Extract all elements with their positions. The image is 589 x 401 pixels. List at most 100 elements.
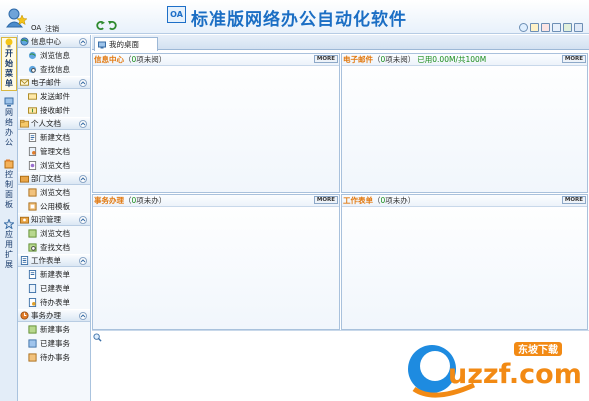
collapse-chevron-icon[interactable]	[79, 312, 87, 320]
network-icon	[4, 97, 14, 107]
template-icon	[28, 201, 37, 211]
receive-mail-icon	[28, 106, 37, 114]
control-panel-icon	[4, 159, 14, 169]
help-icon[interactable]	[574, 23, 583, 32]
sidebar-section-affairs[interactable]: 事务办理	[18, 309, 90, 322]
panel-work-forms: 工作表单 （0 项未办） MORE	[341, 194, 588, 330]
created-affairs-icon	[28, 338, 37, 348]
sidebar-item-manage-documents[interactable]: 管理文档	[18, 144, 90, 158]
knowledge-icon	[20, 216, 29, 224]
sidebar-section-personal-docs[interactable]: 个人文档	[18, 117, 90, 130]
panel-email: 电子邮件 （0 项未阅） 已用0.00M/共100M MORE	[341, 53, 588, 193]
new-affair-icon	[28, 324, 37, 334]
vtab-control-panel[interactable]: 控制面板	[1, 159, 17, 213]
vtab-app-extensions[interactable]: 应用扩展	[1, 219, 17, 273]
sidebar-section-knowledge-mgmt[interactable]: 知识管理	[18, 213, 90, 226]
manage-documents-icon	[28, 146, 37, 156]
pending-forms-icon	[28, 297, 37, 307]
vtab-start-menu[interactable]: 开始菜单	[1, 37, 17, 91]
sidebar-menu: 信息中心 浏览信息 查找信息 电子邮件 发送邮件 接收邮件 个人文档 新建文档 …	[18, 35, 91, 401]
search-icon[interactable]	[93, 333, 102, 342]
sidebar-item-dept-browse-documents[interactable]: 浏览文档	[18, 185, 90, 199]
folder-icon	[20, 119, 29, 128]
sidebar-item-knowledge-browse[interactable]: 浏览文档	[18, 226, 90, 240]
sidebar-section-info-center[interactable]: 信息中心	[18, 35, 90, 48]
back-arrow-icon[interactable]	[96, 21, 105, 30]
more-button[interactable]: MORE	[313, 55, 338, 63]
panel-affairs: 事务办理 （0 项未办） MORE	[92, 194, 340, 330]
sidebar-item-created-affairs[interactable]: 已建事务	[18, 336, 90, 350]
sidebar-item-pending-forms[interactable]: 待办表单	[18, 295, 90, 309]
watermark-brand: uzzf.com	[448, 359, 582, 390]
more-button[interactable]: MORE	[561, 55, 586, 63]
pending-affairs-icon	[28, 352, 37, 362]
globe-icon	[20, 37, 29, 46]
sidebar-item-receive-mail[interactable]: 接收邮件	[18, 103, 90, 117]
bulb-icon	[5, 38, 13, 48]
main-tab-bar: 我的桌面	[92, 35, 589, 51]
send-mail-icon	[28, 92, 37, 100]
sidebar-item-new-affair[interactable]: 新建事务	[18, 322, 90, 336]
more-button[interactable]: MORE	[561, 196, 586, 204]
globe-search-icon	[28, 65, 37, 73]
app-title: 标准版网络办公自动化软件	[191, 10, 407, 30]
edit-icon[interactable]	[530, 23, 539, 32]
search-documents-icon	[28, 242, 37, 252]
collapse-chevron-icon[interactable]	[79, 79, 87, 87]
more-button[interactable]: MORE	[313, 196, 338, 204]
collapse-chevron-icon[interactable]	[79, 120, 87, 128]
message-icon[interactable]	[519, 23, 528, 32]
user-name: OA	[31, 24, 42, 32]
new-document-icon	[28, 132, 37, 142]
collapse-chevron-icon[interactable]	[79, 175, 87, 183]
watermark-tagline: 东坡下载	[518, 343, 558, 356]
new-form-icon	[28, 269, 37, 279]
sidebar-section-work-forms[interactable]: 工作表单	[18, 254, 90, 267]
sidebar-section-email[interactable]: 电子邮件	[18, 76, 90, 89]
affairs-icon	[20, 311, 29, 320]
header-toolbar	[519, 23, 583, 32]
collapse-chevron-icon[interactable]	[79, 38, 87, 46]
panel-title: 事务办理	[94, 196, 124, 205]
desktop-icon	[98, 41, 106, 48]
vertical-tab-strip: 开始菜单 网络办公 控制面板 应用扩展	[0, 35, 18, 401]
collapse-chevron-icon[interactable]	[79, 216, 87, 224]
collapse-chevron-icon[interactable]	[79, 257, 87, 265]
oa-logo: OA	[167, 6, 186, 23]
panel-info-center: 信息中心 （0 项未阅） MORE	[92, 53, 340, 193]
sidebar-item-browse-documents[interactable]: 浏览文档	[18, 158, 90, 172]
mail-icon	[20, 79, 29, 86]
app-header: OA 注销 OA 标准版网络办公自动化软件	[0, 0, 589, 34]
uzzf-watermark: 东坡下载 uzzf.com	[408, 342, 582, 398]
vtab-network-office[interactable]: 网络办公	[1, 97, 17, 151]
contacts-icon[interactable]	[552, 23, 561, 32]
panel-title: 信息中心	[94, 55, 124, 64]
panel-title: 电子邮件	[343, 55, 373, 64]
tab-my-desktop[interactable]: 我的桌面	[94, 37, 158, 51]
refresh-icon[interactable]	[108, 21, 117, 30]
sidebar-item-public-templates[interactable]: 公用模板	[18, 199, 90, 213]
sidebar-item-new-form[interactable]: 新建表单	[18, 267, 90, 281]
sidebar-item-search-info[interactable]: 查找信息	[18, 62, 90, 76]
panel-title: 工作表单	[343, 196, 373, 205]
sidebar-item-browse-info[interactable]: 浏览信息	[18, 48, 90, 62]
browse-documents-icon	[28, 228, 37, 238]
globe-icon	[28, 51, 37, 59]
logout-link[interactable]: 注销	[45, 24, 59, 34]
sidebar-section-department-docs[interactable]: 部门文档	[18, 172, 90, 185]
sidebar-item-send-mail[interactable]: 发送邮件	[18, 89, 90, 103]
mailbox-usage: 已用0.00M/共100M	[417, 55, 487, 64]
department-folder-icon	[20, 175, 29, 183]
sidebar-item-knowledge-search[interactable]: 查找文档	[18, 240, 90, 254]
created-forms-icon	[28, 283, 37, 293]
settings-icon[interactable]	[563, 23, 572, 32]
user-avatar-icon[interactable]	[5, 6, 27, 28]
star-icon	[4, 219, 14, 229]
browse-documents-icon	[28, 187, 37, 197]
form-icon	[20, 256, 29, 265]
browse-documents-icon	[28, 160, 37, 170]
calendar-icon[interactable]	[541, 23, 550, 32]
sidebar-item-pending-affairs[interactable]: 待办事务	[18, 350, 90, 364]
sidebar-item-created-forms[interactable]: 已建表单	[18, 281, 90, 295]
sidebar-item-new-document[interactable]: 新建文档	[18, 130, 90, 144]
